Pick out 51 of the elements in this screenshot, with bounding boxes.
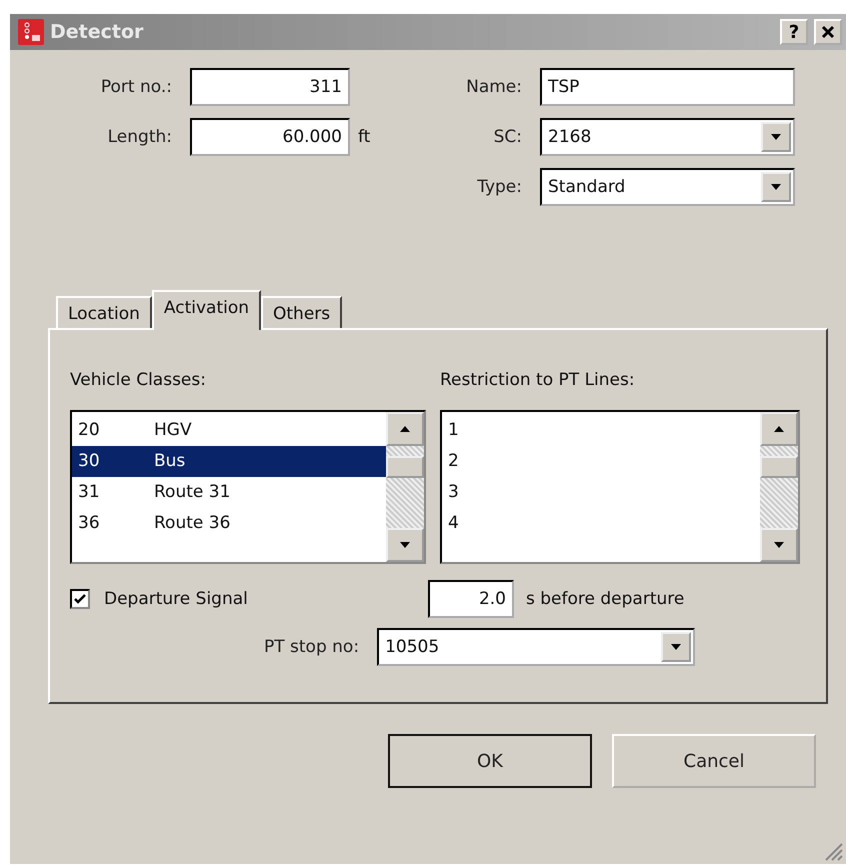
vehicle-class-list[interactable]: 20 HGV 30 Bus 31 Route 31 36 Route 36: [70, 410, 426, 564]
scrollbar[interactable]: [386, 412, 424, 562]
list-label: Restriction to PT Lines:: [440, 370, 636, 390]
list-label: Vehicle Classes:: [70, 370, 207, 390]
checkmark-icon: [74, 593, 86, 605]
scroll-down-button[interactable]: [386, 528, 424, 562]
scroll-thumb[interactable]: [760, 456, 798, 478]
input-field[interactable]: 2.0: [428, 580, 514, 618]
up-arrow-icon: [399, 425, 411, 433]
pt-line-list[interactable]: 1 2 3 4: [440, 410, 800, 564]
dropdown-field[interactable]: 10505: [377, 628, 696, 666]
input-field[interactable]: 60.000: [190, 118, 350, 156]
dialog-button[interactable]: OK: [388, 734, 592, 788]
dropdown-field[interactable]: 2168: [540, 118, 795, 156]
help-button[interactable]: ?: [780, 19, 808, 45]
input-field[interactable]: 311: [190, 68, 350, 106]
field-label: PT stop no:: [264, 637, 360, 657]
up-arrow-icon: [773, 425, 785, 433]
field-label: Length:: [106, 127, 173, 147]
scroll-thumb[interactable]: [386, 456, 424, 478]
unit-label: s before departure: [525, 589, 684, 609]
list-item[interactable]: 2: [442, 446, 760, 477]
tab[interactable]: Activation: [152, 290, 262, 330]
scrollbar[interactable]: [760, 412, 798, 562]
checkbox-label: Departure Signal: [104, 589, 249, 609]
field-label: SC:: [492, 127, 523, 147]
scroll-up-button[interactable]: [386, 412, 424, 446]
list-item[interactable]: 31 Route 31: [72, 477, 386, 508]
dialog-button[interactable]: Cancel: [612, 734, 816, 788]
list-item[interactable]: 20 HGV: [72, 415, 386, 446]
scroll-up-button[interactable]: [760, 412, 798, 446]
checkbox[interactable]: [70, 589, 90, 609]
list-item[interactable]: 3: [442, 477, 760, 508]
tab[interactable]: Others: [261, 296, 342, 328]
list-item[interactable]: 36 Route 36: [72, 508, 386, 539]
list-item[interactable]: 1: [442, 415, 760, 446]
field-label: Port no.:: [100, 77, 173, 97]
down-arrow-icon: [773, 541, 785, 549]
unit-label: ft: [357, 127, 372, 147]
app-icon: [18, 19, 44, 45]
close-icon: [821, 25, 835, 39]
window-title: Detector: [50, 21, 144, 43]
input-field[interactable]: TSP: [540, 68, 795, 106]
field-label: Type:: [476, 177, 523, 197]
dropdown-field[interactable]: Standard: [540, 168, 795, 206]
close-button[interactable]: [814, 19, 842, 45]
field-label: Name:: [465, 77, 523, 97]
list-item[interactable]: 4: [442, 508, 760, 539]
down-arrow-icon: [399, 541, 411, 549]
scroll-down-button[interactable]: [760, 528, 798, 562]
list-item[interactable]: 30 Bus: [72, 446, 386, 477]
